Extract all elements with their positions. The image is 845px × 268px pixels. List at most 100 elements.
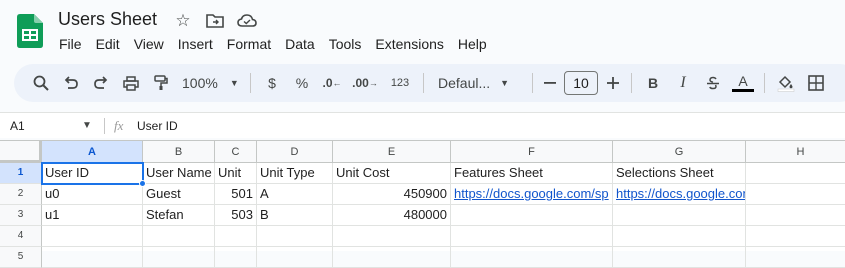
undo-icon[interactable] [56,69,86,97]
increase-decimal-button[interactable]: .00 → [347,69,383,97]
increase-font-size-button[interactable] [601,69,625,97]
menu-help[interactable]: Help [451,35,494,53]
cell-e2[interactable]: 450900 [333,184,451,205]
decrease-decimal-button[interactable]: .0 ← [317,69,347,97]
cell-d2[interactable]: A [257,184,333,205]
redo-icon[interactable] [86,69,116,97]
zoom-value: 100% [182,75,218,91]
cell-f4[interactable] [451,226,613,247]
cell-b3[interactable]: Stefan [143,205,215,226]
menu-extensions[interactable]: Extensions [368,35,450,53]
cell-g1[interactable]: Selections Sheet [613,163,746,184]
column-header-h[interactable]: H [746,141,845,163]
font-size-input[interactable]: 10 [564,71,598,95]
cell-h3[interactable] [746,205,845,226]
bold-button[interactable]: B [638,69,668,97]
cell-b1[interactable]: User Name [143,163,215,184]
cell-f3[interactable] [451,205,613,226]
cell-e3[interactable]: 480000 [333,205,451,226]
document-title[interactable]: Users Sheet [58,9,157,30]
paint-format-icon[interactable] [146,69,176,97]
cell-c2[interactable]: 501 [215,184,257,205]
cell-e5[interactable] [333,247,451,268]
cell-f1[interactable]: Features Sheet [451,163,613,184]
zoom-select[interactable]: 100% ▼ [176,69,244,97]
italic-button[interactable]: I [668,69,698,97]
sheets-logo-icon[interactable] [17,14,43,48]
cell-c4[interactable] [215,226,257,247]
font-family-value: Defaul... [438,75,491,91]
text-color-label: A [738,73,748,89]
menu-format[interactable]: Format [220,35,278,53]
title-bar: Users Sheet ☆ File Edit View Insert Form… [0,0,845,60]
column-header-a[interactable]: A [42,141,143,163]
cell-b4[interactable] [143,226,215,247]
cell-f5[interactable] [451,247,613,268]
cell-h1[interactable] [746,163,845,184]
cell-a3[interactable]: u1 [42,205,143,226]
borders-icon[interactable] [801,69,831,97]
formula-input[interactable]: User ID [137,113,178,139]
row-header-2[interactable]: 2 [0,184,42,205]
cell-b2[interactable]: Guest [143,184,215,205]
cell-h2[interactable] [746,184,845,205]
fill-color-icon[interactable] [771,69,801,97]
cell-a4[interactable] [42,226,143,247]
menu-edit[interactable]: Edit [89,35,127,53]
cell-e4[interactable] [333,226,451,247]
cell-c5[interactable] [215,247,257,268]
menu-data[interactable]: Data [278,35,322,53]
cell-g3[interactable] [613,205,746,226]
cell-c1[interactable]: Unit [215,163,257,184]
cell-b5[interactable] [143,247,215,268]
row-header-1[interactable]: 1 [0,163,42,184]
column-header-c[interactable]: C [215,141,257,163]
column-header-g[interactable]: G [613,141,746,163]
cell-c3[interactable]: 503 [215,205,257,226]
strikethrough-button[interactable] [698,69,728,97]
row-header-5[interactable]: 5 [0,247,42,268]
cell-a1[interactable]: User ID [41,162,144,185]
column-header-d[interactable]: D [257,141,333,163]
cloud-saved-icon[interactable] [236,10,258,32]
cell-d5[interactable] [257,247,333,268]
divider [764,73,765,93]
cell-g2[interactable]: https://docs.google.com/spreadsheets/ [613,184,746,205]
cell-d4[interactable] [257,226,333,247]
row-header-4[interactable]: 4 [0,226,42,247]
cell-h4[interactable] [746,226,845,247]
cell-a5[interactable] [42,247,143,268]
cell-d1[interactable]: Unit Type [257,163,333,184]
search-menus-icon[interactable] [26,69,56,97]
column-header-e[interactable]: E [333,141,451,163]
row-header-3[interactable]: 3 [0,205,42,226]
column-header-b[interactable]: B [143,141,215,163]
move-to-folder-icon[interactable] [204,10,226,32]
column-header-f[interactable]: F [451,141,613,163]
cell-a2[interactable]: u0 [42,184,143,205]
menu-tools[interactable]: Tools [322,35,369,53]
formula-bar: A1 ▼ fx User ID [0,112,845,138]
font-family-select[interactable]: Defaul... ▼ [430,69,526,97]
cell-d3[interactable]: B [257,205,333,226]
menu-insert[interactable]: Insert [171,35,220,53]
fill-handle[interactable] [139,180,146,187]
star-icon[interactable]: ☆ [172,10,194,32]
cell-f2[interactable]: https://docs.google.com/sp [451,184,613,205]
cell-e1[interactable]: Unit Cost [333,163,451,184]
select-all-corner[interactable] [0,141,42,163]
format-percent-button[interactable]: % [287,69,317,97]
chevron-down-icon: ▼ [500,78,510,88]
text-color-button[interactable]: A [728,69,758,97]
format-currency-button[interactable]: $ [257,69,287,97]
spreadsheet-grid[interactable]: A B C D E F G H 1 User ID User Name Unit Unit Type Un… [0,140,845,268]
cell-g5[interactable] [613,247,746,268]
chevron-down-icon[interactable]: ▼ [82,113,92,139]
cell-h5[interactable] [746,247,845,268]
menu-file[interactable]: File [52,35,89,53]
decrease-font-size-button[interactable] [539,69,561,97]
cell-g4[interactable] [613,226,746,247]
print-icon[interactable] [116,69,146,97]
more-formats-button[interactable]: 123 [383,69,417,97]
menu-view[interactable]: View [127,35,171,53]
